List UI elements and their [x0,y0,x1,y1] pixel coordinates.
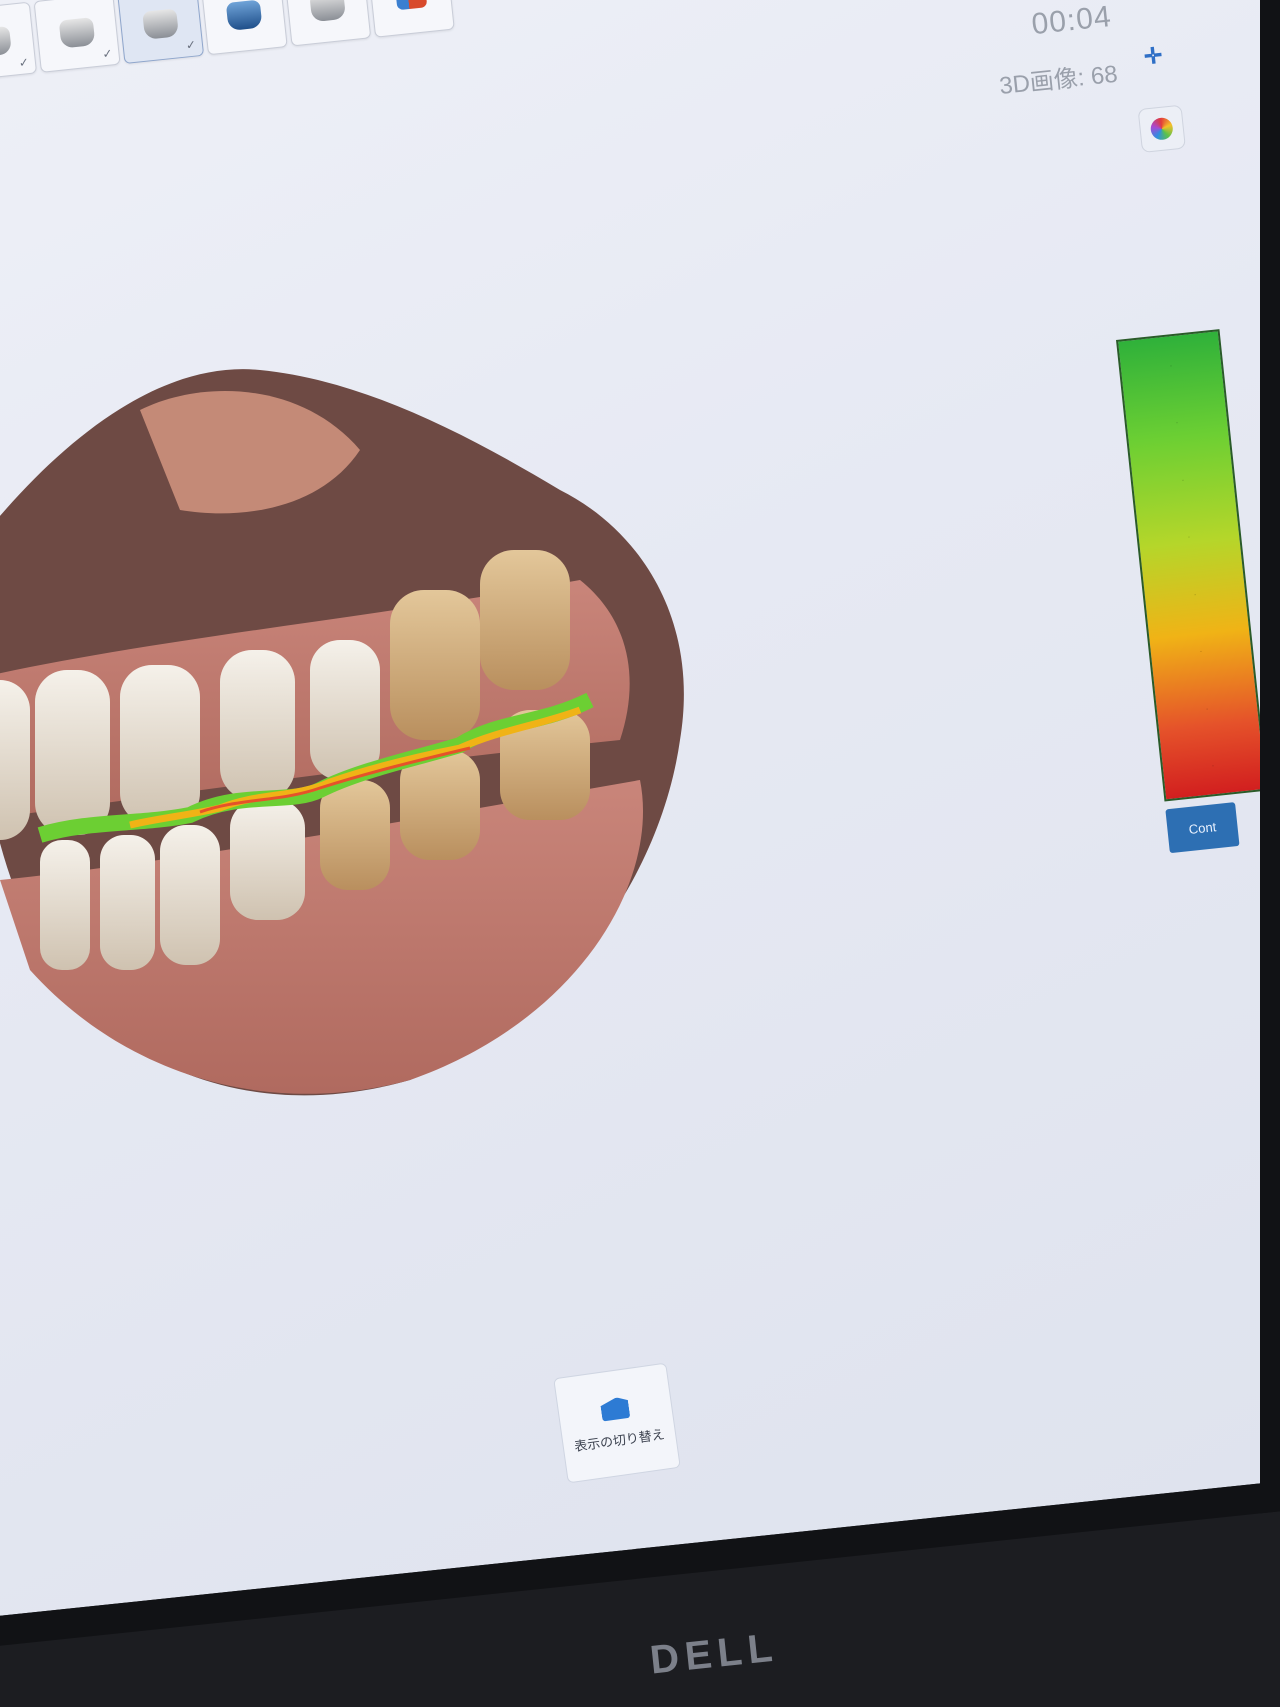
step-bite-scan[interactable] [200,0,288,56]
jaw-model-3d [0,369,684,1096]
scale-tick: · [1174,417,1179,428]
step-lower-jaw[interactable]: ✓ [0,1,38,82]
toggle-view-label: 表示の切り替え [573,1426,666,1454]
step-crown[interactable] [284,0,372,47]
right-tool-column: ✛ [1130,33,1186,153]
tooth [35,670,110,835]
monitor-brand-logo: DELL [647,1625,781,1683]
lower-jaw-icon [0,25,12,58]
step-upper-jaw[interactable]: ✓ [33,0,121,73]
scale-tick: · [1168,360,1173,371]
scale-ticks: · · · · · · · · [1118,331,1266,799]
toggle-view-button[interactable]: 表示の切り替え [553,1362,681,1484]
tooth [40,840,90,970]
3d-scan-viewport[interactable] [0,320,760,1140]
tooth [230,800,305,920]
legend-button[interactable]: Cont [1165,802,1240,854]
scale-tick: · [1180,474,1185,485]
tooth [120,665,200,825]
color-mode-button[interactable] [1137,104,1186,153]
bite-align-icon [395,0,428,11]
upper-jaw-icon [58,17,96,49]
view-toggle-icon [600,1396,631,1422]
jaw-scan-icon [142,8,179,40]
tooth [480,550,570,690]
scale-tick: · [1210,760,1216,771]
scan-status: 00:04 3D画像: 68 [992,0,1119,101]
app-window: ✓ ✓ ✓ 00:04 3D画像: 68 ✛ · · · · · · · · C… [0,0,1268,1620]
monitor-screen: ✓ ✓ ✓ 00:04 3D画像: 68 ✛ · · · · · · · · C… [0,0,1280,1650]
tooth [100,835,155,970]
step-jaw-scan[interactable]: ✓ [117,0,205,65]
tooth [390,590,480,740]
plus-icon: ✛ [1142,42,1164,70]
check-icon: ✓ [101,46,114,62]
add-button[interactable]: ✛ [1130,33,1176,79]
tooth [320,780,390,890]
image-count: 3D画像: 68 [998,60,1120,100]
check-icon: ✓ [18,55,30,71]
color-scale-bar: · · · · · · · · [1116,329,1268,802]
workflow-toolbar: ✓ ✓ ✓ [0,0,455,82]
color-wheel-icon [1149,116,1174,141]
scale-tick: · [1198,645,1203,657]
step-bite-align[interactable] [367,0,455,38]
bite-scan-icon [225,0,263,31]
scale-tick: · [1186,531,1191,542]
tooth [160,825,220,965]
scale-tick: · [1204,703,1210,714]
distance-legend: · · · · · · · · Cont [1116,329,1273,854]
scale-tick: · [1192,588,1197,600]
scan-timer: 00:04 [1030,0,1114,42]
check-icon: ✓ [185,37,197,53]
tooth [310,640,380,780]
tooth [220,650,295,800]
crown-icon [309,0,347,23]
tooth [0,680,30,840]
